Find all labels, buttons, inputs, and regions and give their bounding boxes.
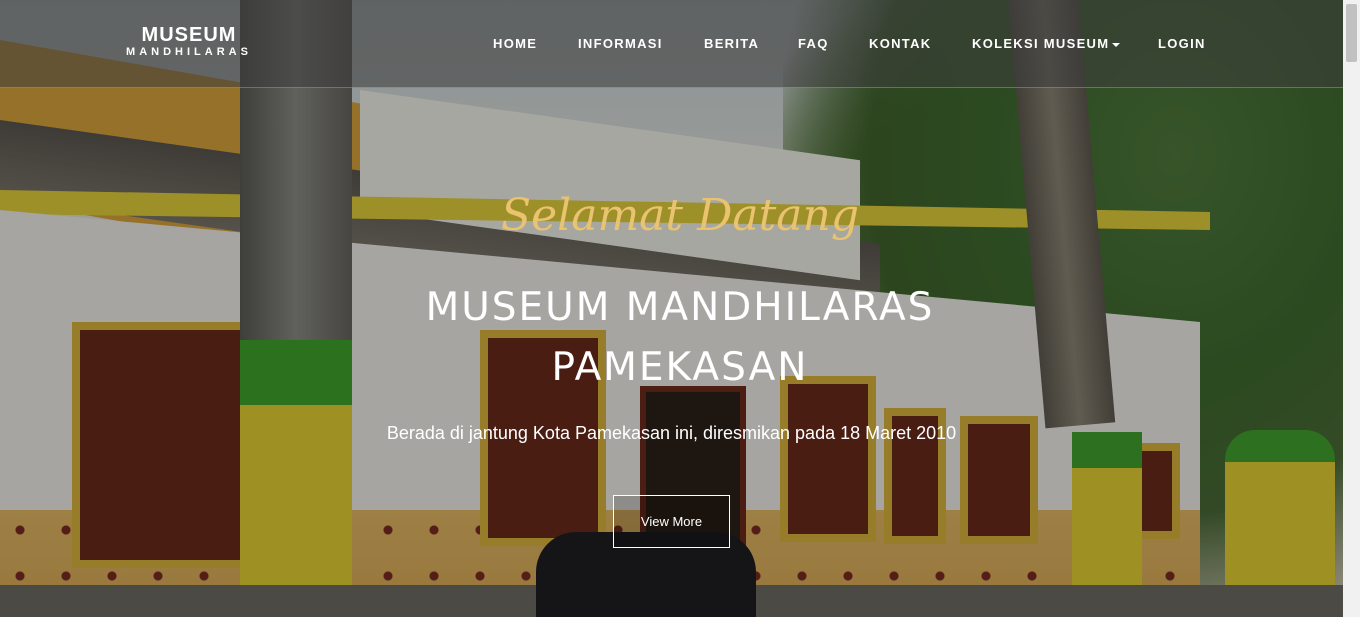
nav-berita[interactable]: BERITA bbox=[704, 36, 759, 51]
hero-title-line1: MUSEUM MANDHILARAS bbox=[425, 285, 935, 330]
hero-title: MUSEUM MANDHILARAS PAMEKASAN bbox=[380, 278, 980, 398]
nav-informasi[interactable]: INFORMASI bbox=[578, 36, 663, 51]
view-more-button[interactable]: View More bbox=[613, 495, 730, 548]
brand-line2: MANDHILARAS bbox=[126, 46, 252, 58]
hero-subtitle: Berada di jantung Kota Pamekasan ini, di… bbox=[386, 423, 957, 443]
nav-koleksi-label: KOLEKSI MUSEUM bbox=[972, 36, 1110, 51]
nav-faq[interactable]: FAQ bbox=[798, 36, 829, 51]
nav-login[interactable]: LOGIN bbox=[1158, 36, 1206, 51]
top-navbar: MUSEUM MANDHILARAS HOME INFORMASI BERITA… bbox=[0, 0, 1343, 88]
brand-line1: MUSEUM bbox=[141, 24, 237, 46]
brand-logo[interactable]: MUSEUM MANDHILARAS bbox=[116, 24, 262, 59]
nav-kontak[interactable]: KONTAK bbox=[869, 36, 931, 51]
nav-koleksi-museum-dropdown[interactable]: KOLEKSI MUSEUM bbox=[972, 36, 1121, 51]
page-scrollbar[interactable] bbox=[1343, 0, 1360, 617]
welcome-script: Selamat Datang bbox=[500, 190, 860, 241]
nav-home[interactable]: HOME bbox=[493, 36, 537, 51]
hero-title-line2: PAMEKASAN bbox=[551, 345, 809, 390]
caret-down-icon bbox=[1112, 42, 1121, 47]
scrollbar-thumb[interactable] bbox=[1346, 4, 1357, 62]
